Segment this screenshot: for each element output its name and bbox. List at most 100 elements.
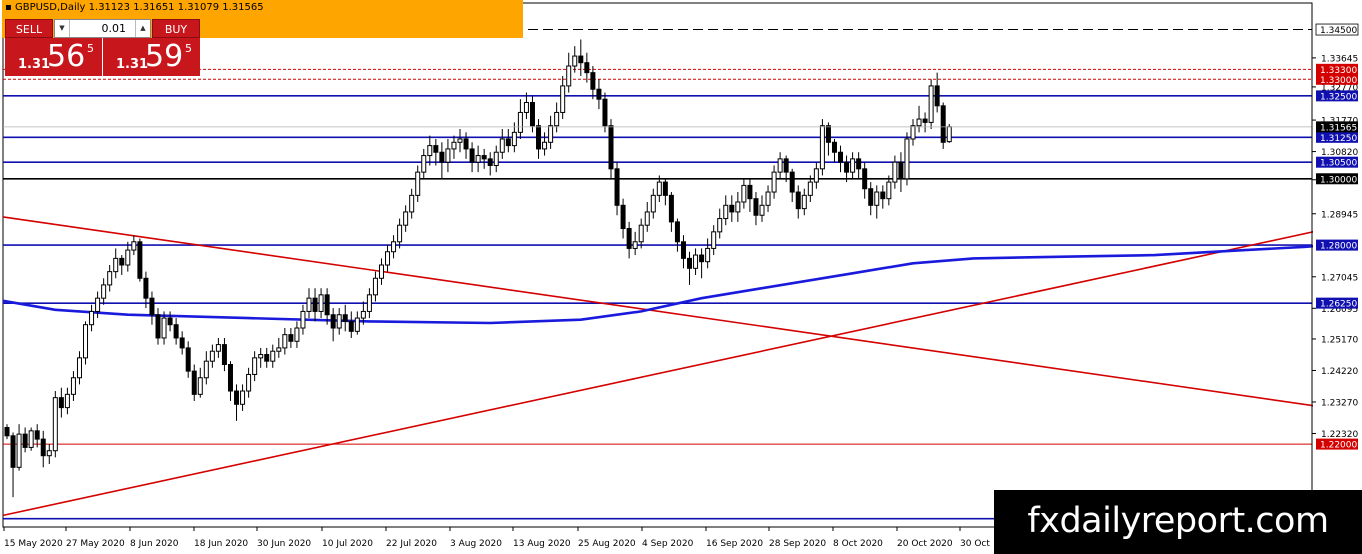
level-label: 1.32500 — [1320, 92, 1357, 102]
candle-body — [252, 357, 258, 375]
candle-body — [650, 194, 656, 213]
x-tick-label: 27 May 2020 — [66, 539, 125, 549]
candle-body — [904, 138, 910, 180]
candle-body — [318, 294, 324, 312]
candle-body — [529, 101, 535, 127]
candle-body — [662, 181, 668, 196]
ohlc-values: 1.31123 1.31651 1.31079 1.31565 — [88, 2, 264, 13]
candle-body — [511, 131, 517, 147]
x-tick-label: 10 Jul 2020 — [322, 539, 373, 549]
candle-body — [693, 254, 699, 269]
candle-body — [227, 363, 233, 392]
candle-body — [542, 141, 548, 150]
candle-body — [457, 138, 463, 143]
symbol-icon: ▪ — [5, 2, 12, 13]
buy-price-button[interactable]: 1.31 59 5 — [103, 38, 200, 76]
candle-body — [294, 327, 300, 342]
candle-body — [372, 277, 378, 296]
candle-body — [330, 314, 336, 329]
lot-decrease-icon[interactable]: ▼ — [55, 20, 70, 37]
candle-body — [469, 148, 475, 163]
candle-body — [46, 450, 52, 457]
candle-body — [795, 191, 801, 210]
buy-button[interactable]: BUY — [152, 19, 200, 38]
candle-body — [765, 191, 771, 206]
y-tick-label: 1.23270 — [1321, 398, 1358, 408]
candle-body — [862, 168, 868, 190]
candle-body — [668, 194, 674, 223]
candle-body — [801, 194, 807, 210]
candle-body — [378, 264, 384, 279]
candle-body — [89, 310, 95, 326]
candle-body — [560, 85, 566, 113]
candle-body — [578, 55, 584, 64]
candle-body — [246, 373, 252, 392]
candle-body — [125, 249, 131, 266]
candle-body — [161, 317, 167, 339]
level-label: 1.22000 — [1320, 441, 1357, 451]
candle-body — [940, 105, 946, 143]
candle-body — [620, 204, 626, 230]
lot-increase-icon[interactable]: ▲ — [135, 20, 150, 37]
candle-body — [674, 221, 680, 243]
candle-body — [185, 347, 191, 372]
candle-body — [336, 314, 342, 329]
candle-body — [391, 241, 397, 253]
candle-body — [735, 201, 741, 213]
candle-body — [946, 126, 952, 143]
candle-body — [264, 354, 270, 362]
sell-price-pips: 56 — [47, 39, 86, 74]
candle-body — [155, 314, 161, 339]
watermark-logo: fxdailyreport.com — [994, 490, 1362, 554]
candle-body — [590, 72, 596, 90]
candle-body — [868, 188, 874, 206]
level-label: 1.26250 — [1320, 300, 1357, 310]
candle-body — [415, 171, 421, 196]
candle-body — [536, 125, 542, 150]
x-tick-label: 8 Oct 2020 — [833, 539, 883, 549]
candle-body — [892, 161, 898, 183]
candle-body — [898, 161, 904, 180]
y-tick-label: 1.28945 — [1321, 210, 1358, 220]
candle-body — [850, 158, 856, 173]
candle-body — [70, 377, 76, 395]
candle-body — [348, 320, 354, 332]
level-label: 1.34500 — [1320, 26, 1357, 36]
candle-body — [119, 257, 125, 266]
candle-body — [234, 390, 240, 405]
buy-price-prefix: 1.31 — [116, 57, 149, 72]
candle-body — [910, 125, 916, 140]
candle-body — [729, 204, 735, 213]
x-tick-label: 22 Jul 2020 — [386, 539, 437, 549]
y-tick-label: 1.30820 — [1321, 148, 1358, 158]
candle-body — [523, 101, 529, 113]
candle-body — [191, 370, 197, 395]
candle-body — [505, 138, 511, 147]
candle-body — [644, 211, 650, 226]
lot-size-input[interactable] — [71, 20, 134, 37]
candle-body — [167, 317, 173, 326]
candle-body — [445, 148, 451, 163]
x-tick-label: 16 Sep 2020 — [706, 539, 763, 549]
candle-body — [632, 241, 638, 249]
candle-body — [886, 181, 892, 200]
sell-button[interactable]: SELL — [5, 19, 53, 38]
candle-body — [638, 224, 644, 243]
candle-body — [584, 62, 590, 74]
candle-body — [282, 334, 288, 349]
symbol-info: ▪ GBPUSD,Daily 1.31123 1.31651 1.31079 1… — [5, 2, 264, 13]
price-chart[interactable]: 1.336451.327701.317701.308201.299701.289… — [0, 0, 1362, 554]
candle-body — [711, 231, 717, 249]
candle-body — [58, 397, 64, 409]
lot-size-stepper[interactable]: ▼ ▲ — [54, 19, 151, 38]
candle-body — [783, 158, 789, 173]
candle-body — [197, 377, 203, 395]
candle-body — [179, 337, 185, 349]
candle-body — [215, 344, 221, 352]
candle-body — [131, 241, 137, 251]
candle-body — [602, 98, 608, 127]
candle-body — [240, 390, 246, 405]
candle-body — [596, 88, 602, 100]
candle-body — [366, 294, 372, 312]
sell-price-button[interactable]: 1.31 56 5 — [5, 38, 102, 76]
